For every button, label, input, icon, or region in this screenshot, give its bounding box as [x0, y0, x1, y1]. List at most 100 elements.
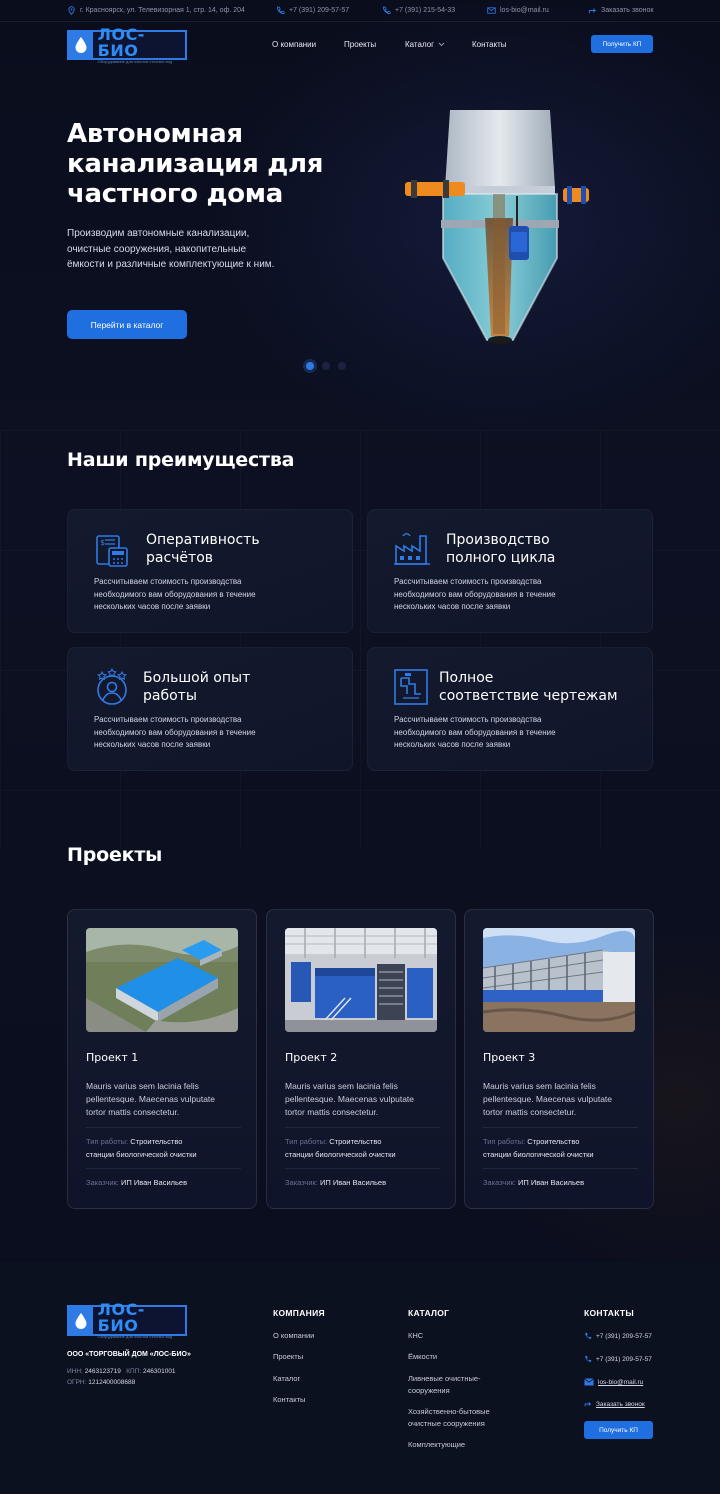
calculator-icon: $: [96, 535, 128, 567]
slider-dot-1[interactable]: [306, 362, 314, 370]
divider: [483, 1127, 638, 1128]
footer-catalog-heading: КАТАЛОГ: [408, 1308, 450, 1318]
project-desc-line: tortor mattis consectetur.: [86, 1107, 180, 1117]
project-name[interactable]: Проект 3: [483, 1051, 535, 1064]
advantage-title-line: Полное: [439, 670, 494, 686]
project-work-type: Тип работы: Строительство станции биолог…: [285, 1136, 440, 1161]
advantage-text-line: необходимого вам оборудования в течение: [394, 589, 556, 599]
slider-dot-3[interactable]: [338, 362, 346, 370]
project-desc-line: tortor mattis consectetur.: [483, 1107, 577, 1117]
logo-name: ЛОС-БИО: [97, 24, 145, 60]
callback-text[interactable]: Заказать звонок: [601, 7, 653, 14]
advantage-title: Большой опыт работы: [143, 669, 343, 705]
kpp-value: 246301001: [143, 1368, 176, 1375]
project-desc-line: pellentesque. Maecenas vulputate: [483, 1094, 613, 1104]
advantages-title: Наши преимущества: [67, 449, 295, 471]
footer-callback[interactable]: Заказать звонок: [584, 1400, 645, 1408]
advantage-title: Производство полного цикла: [446, 531, 646, 567]
footer-link-projects[interactable]: Проекты: [273, 1351, 303, 1363]
email-text[interactable]: los-bio@mail.ru: [500, 7, 549, 14]
phone-link-2[interactable]: +7 (391) 215-54-33: [382, 6, 455, 15]
inn-value: 2463123719: [84, 1368, 121, 1375]
footer-callback-text[interactable]: Заказать звонок: [596, 1401, 645, 1408]
project-name[interactable]: Проект 1: [86, 1051, 138, 1064]
divider: [285, 1168, 440, 1169]
catalog-button[interactable]: Перейти в каталог: [67, 310, 187, 339]
nav-catalog[interactable]: Каталог: [405, 40, 445, 49]
address: г. Красноярск, ул. Телевизорная 1, стр. …: [67, 6, 245, 15]
get-offer-button[interactable]: Получить КП: [591, 35, 653, 53]
project-photo-aerial-building: [86, 928, 238, 1032]
phone-icon: [277, 6, 285, 15]
phone-text-1[interactable]: +7 (391) 209-57-57: [289, 7, 349, 14]
phone-icon: [585, 1355, 592, 1362]
footer-link-domestic-treatment[interactable]: Хозяйственно-бытовые очистные сооружения: [408, 1406, 508, 1429]
hero-desc-line-1: Производим автономные канализации,: [67, 228, 250, 239]
advantage-title-line: работы: [143, 688, 197, 704]
project-name[interactable]: Проект 2: [285, 1051, 337, 1064]
inn-label: ИНН:: [67, 1368, 83, 1375]
work-type-value-line-2: станции биологической очистки: [86, 1149, 197, 1159]
advantage-title: Полное соответствие чертежам: [439, 669, 639, 705]
nav-about[interactable]: О компании: [272, 40, 316, 49]
project-card[interactable]: Проект 3 Mauris varius sem lacinia felis…: [464, 909, 654, 1209]
footer-phone-2[interactable]: +7 (391) 209-57-57: [584, 1355, 652, 1363]
company-ogrn: ОГРН: 1212400008688: [67, 1379, 135, 1386]
footer-link-contacts[interactable]: Контакты: [273, 1394, 305, 1406]
customer-label: Заказчик:: [285, 1178, 318, 1187]
project-desc-line: pellentesque. Maecenas vulputate: [285, 1094, 415, 1104]
footer-get-offer-button[interactable]: Получить КП: [584, 1421, 653, 1439]
divider: [285, 1127, 440, 1128]
advantage-text-line: необходимого вам оборудования в течение: [394, 727, 556, 737]
callback-link[interactable]: Заказать звонок: [588, 6, 653, 15]
footer-email[interactable]: los-bio@mail.ru: [584, 1378, 643, 1386]
advantage-card: Большой опыт работы Рассчитываем стоимос…: [67, 647, 353, 771]
footer-logo[interactable]: ЛОС-БИО Оборудование для очистки сточных…: [67, 1300, 187, 1339]
advantage-text-line: Рассчитываем стоимость производства: [394, 715, 542, 724]
footer-link-components[interactable]: Комплектующие: [408, 1439, 465, 1451]
advantage-text-line: необходимого вам оборудования в течение: [94, 589, 256, 599]
project-desc-line: pellentesque. Maecenas vulputate: [86, 1094, 216, 1104]
footer-link-storm-treatment[interactable]: Ливневые очистные-сооружения: [408, 1373, 508, 1396]
site-footer: ЛОС-БИО Оборудование для очистки сточных…: [0, 1262, 720, 1494]
hero-title: Автономная канализация для частного дома: [67, 119, 367, 209]
advantage-text: Рассчитываем стоимость производства необ…: [394, 714, 594, 752]
logo-name: ЛОС-БИО: [97, 1300, 145, 1335]
project-card[interactable]: Проект 1 Mauris varius sem lacinia felis…: [67, 909, 257, 1209]
advantage-title-line: Оперативность: [146, 532, 260, 548]
slider-dot-2[interactable]: [322, 362, 330, 370]
footer-phone-2-text[interactable]: +7 (391) 209-57-57: [596, 1356, 652, 1363]
footer-link-tanks[interactable]: Ёмкости: [408, 1351, 437, 1363]
blueprint-icon: [394, 669, 428, 705]
footer-phone-1[interactable]: +7 (391) 209-57-57: [584, 1332, 652, 1340]
footer-email-text[interactable]: los-bio@mail.ru: [598, 1379, 643, 1386]
advantage-title-line: Производство: [446, 532, 550, 548]
project-card[interactable]: Проект 2 Mauris varius sem lacinia felis…: [266, 909, 456, 1209]
footer-phone-1-text[interactable]: +7 (391) 209-57-57: [596, 1333, 652, 1340]
work-type-value: Строительство: [527, 1137, 580, 1146]
customer-value: ИП Иван Васильев: [120, 1178, 188, 1187]
divider: [86, 1168, 241, 1169]
footer-link-kns[interactable]: КНС: [408, 1330, 423, 1342]
advantage-card: Полное соответствие чертежам Рассчитывае…: [367, 647, 653, 771]
nav-contacts[interactable]: Контакты: [472, 40, 507, 49]
company-inn-kpp: ИНН: 2463123719 КПП: 246301001: [67, 1368, 176, 1375]
project-desc-line: Mauris varius sem lacinia felis: [285, 1081, 398, 1091]
footer-link-catalog[interactable]: Каталог: [273, 1373, 300, 1385]
footer-link-about[interactable]: О компании: [273, 1330, 314, 1342]
advantage-text-line: нескольких часов после заявки: [394, 602, 511, 611]
nav-catalog-label: Каталог: [405, 40, 435, 49]
work-type-label: Тип работы:: [285, 1137, 328, 1146]
advantage-text: Рассчитываем стоимость производства необ…: [94, 714, 294, 752]
nav-projects[interactable]: Проекты: [344, 40, 376, 49]
work-type-value-line-2: станции биологической очистки: [483, 1149, 594, 1159]
factory-icon: [394, 533, 430, 565]
site-logo[interactable]: ЛОС-БИО Оборудование для очистки сточных…: [67, 24, 187, 63]
phone-text-2[interactable]: +7 (391) 215-54-33: [395, 7, 455, 14]
customer-value: ИП Иван Васильев: [517, 1178, 585, 1187]
chevron-down-icon: [438, 42, 445, 47]
phone-link-1[interactable]: +7 (391) 209-57-57: [276, 6, 349, 15]
advantage-text-line: необходимого вам оборудования в течение: [94, 727, 256, 737]
email-link[interactable]: los-bio@mail.ru: [487, 6, 549, 15]
hero-desc-line-3: ёмкости и различные комплектующие к ним.: [67, 259, 275, 270]
